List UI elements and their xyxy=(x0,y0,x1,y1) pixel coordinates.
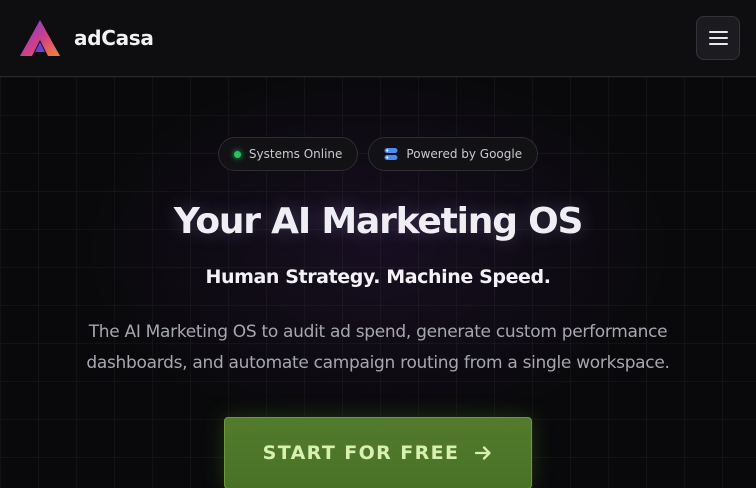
landing-page: adCasa Systems Online Powered by Google xyxy=(0,0,756,488)
hero-description: The AI Marketing OS to audit ad spend, g… xyxy=(86,322,670,373)
adcasa-logo-icon xyxy=(20,20,60,56)
cta-label: START FOR FREE xyxy=(262,442,460,464)
hero-section: Systems Online Powered by Google Your AI… xyxy=(0,77,756,488)
arrow-right-icon xyxy=(475,446,492,460)
powered-by-google-badge: Powered by Google xyxy=(368,137,539,171)
badge-label: Systems Online xyxy=(248,147,343,161)
navbar: adCasa xyxy=(0,0,756,77)
hero-subtitle: Human Strategy. Machine Speed. xyxy=(205,266,551,288)
hamburger-menu-button[interactable] xyxy=(696,16,740,60)
status-badges: Systems Online Powered by Google xyxy=(0,137,756,171)
hamburger-menu-icon xyxy=(708,31,728,33)
start-for-free-button[interactable]: START FOR FREE xyxy=(224,417,532,488)
brand-link[interactable]: adCasa xyxy=(18,18,154,58)
hero-title: Your AI Marketing OS xyxy=(173,201,584,242)
google-cloud-icon xyxy=(384,148,398,160)
systems-online-badge: Systems Online xyxy=(217,137,359,171)
brand-name: adCasa xyxy=(74,26,154,50)
status-dot-icon xyxy=(233,150,241,158)
badge-label: Powered by Google xyxy=(406,147,523,161)
